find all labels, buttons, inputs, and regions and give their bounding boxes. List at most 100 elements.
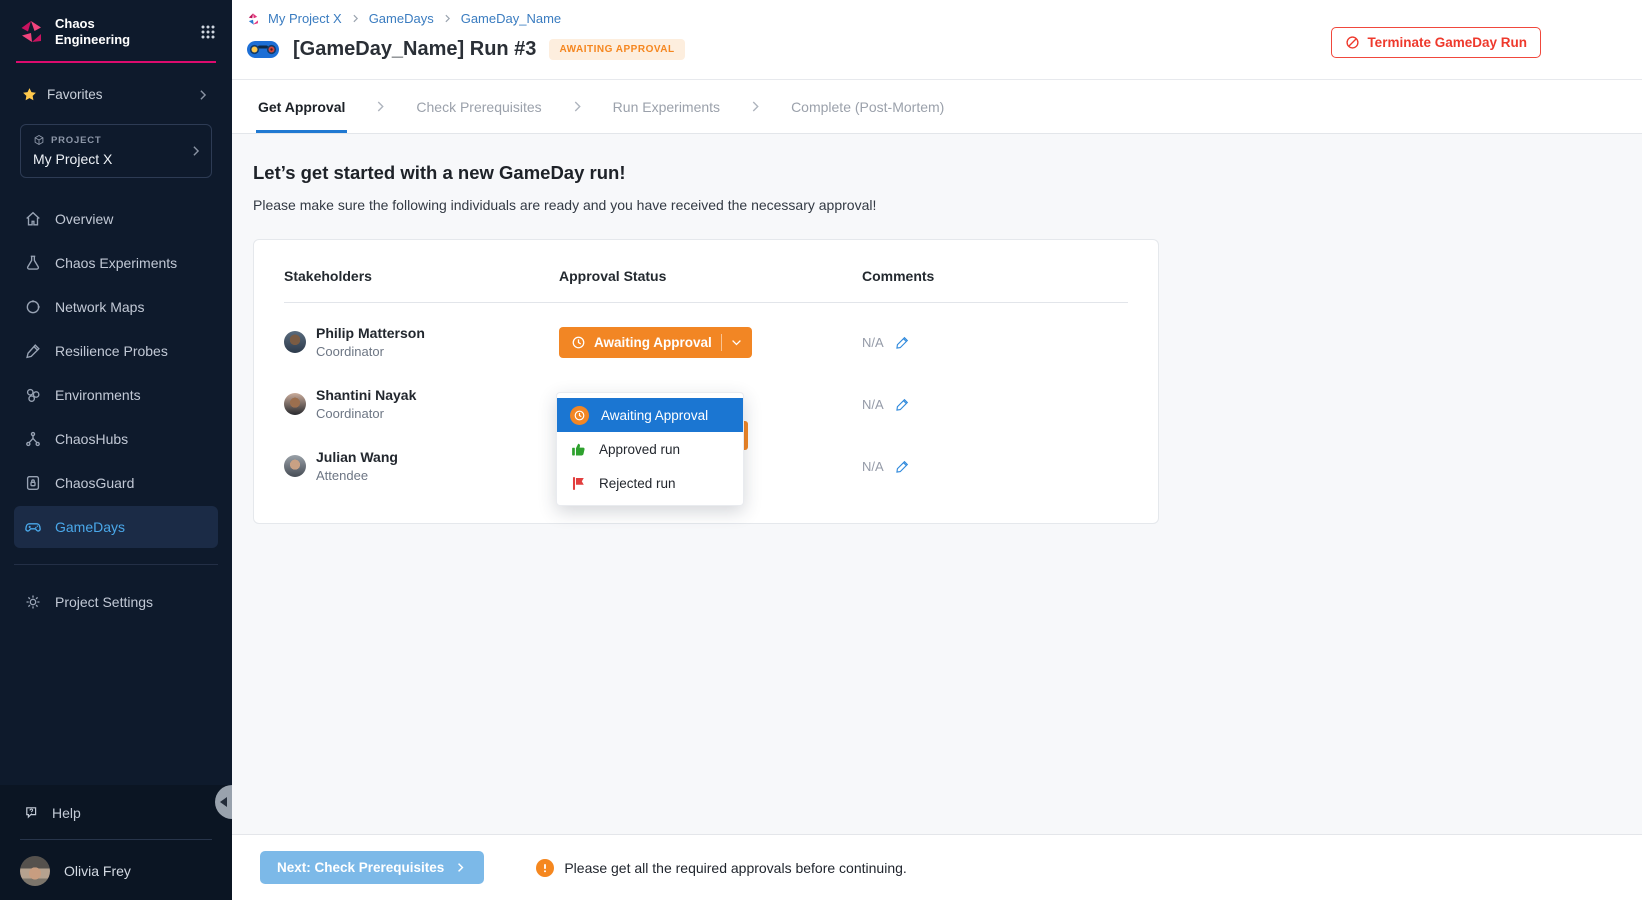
comment-value: N/A [862, 459, 884, 474]
help-chat-icon [24, 805, 40, 821]
sidebar-item-chaos-experiments[interactable]: Chaos Experiments [14, 242, 218, 284]
content-heading: Let’s get started with a new GameDay run… [253, 162, 1642, 184]
button-divider [721, 334, 722, 351]
sidebar-item-chaoshubs[interactable]: ChaosHubs [14, 418, 218, 460]
dropdown-option-approved-run[interactable]: Approved run [557, 432, 743, 466]
tab-label: Complete (Post-Mortem) [791, 99, 944, 115]
dropdown-option-rejected-run[interactable]: Rejected run [557, 466, 743, 500]
sidebar-nav: Overview Chaos Experiments Network Maps … [0, 198, 232, 548]
edit-comment-pencil-icon[interactable] [895, 397, 910, 412]
project-selector[interactable]: PROJECT My Project X [20, 124, 212, 178]
edit-comment-pencil-icon[interactable] [895, 459, 910, 474]
app-window: Chaos Engineering Favorites [0, 0, 1642, 900]
stepper-tabs: Get Approval Check Prerequisites Run Exp… [232, 80, 1642, 134]
chaos-engineering-logo-icon [18, 18, 45, 45]
help-button[interactable]: Help [0, 805, 232, 821]
tab-label: Run Experiments [613, 99, 720, 115]
column-header-stakeholders: Stakeholders [284, 268, 559, 284]
brand-divider [16, 61, 216, 63]
sidebar-item-network-maps[interactable]: Network Maps [14, 286, 218, 328]
approvals-warning: Please get all the required approvals be… [536, 859, 906, 877]
sidebar-item-label: Overview [55, 211, 113, 227]
option-label: Rejected run [599, 476, 676, 491]
project-name: My Project X [33, 151, 185, 167]
page-title: [GameDay_Name] Run #3 [293, 38, 536, 61]
app-switcher-grid-icon[interactable] [200, 24, 216, 40]
main-area: My Project X GameDays GameDay_Name [232, 0, 1642, 900]
chevron-right-icon [570, 99, 585, 114]
warning-text: Please get all the required approvals be… [564, 860, 906, 876]
gamepad-color-icon [246, 38, 280, 61]
prohibit-icon [1345, 35, 1360, 50]
stakeholder-name: Shantini Nayak [316, 387, 416, 403]
warning-icon [536, 859, 554, 877]
user-avatar [20, 856, 50, 886]
thumbs-up-icon [570, 441, 587, 458]
user-name: Olivia Frey [64, 863, 131, 879]
option-label: Approved run [599, 442, 680, 457]
cube-icon [33, 134, 45, 146]
chevron-right-icon [196, 88, 210, 102]
awaiting-clock-icon [570, 406, 589, 425]
approval-status-dropdown-menu: Awaiting Approval Approved run Rejected … [556, 392, 744, 506]
guard-lock-icon [24, 474, 42, 492]
stakeholder-avatar [284, 455, 306, 477]
sidebar-item-resilience-probes[interactable]: Resilience Probes [14, 330, 218, 372]
stakeholder-name: Philip Matterson [316, 325, 425, 341]
next-label: Next: Check Prerequisites [277, 860, 444, 875]
content-subheading: Please make sure the following individua… [253, 197, 1642, 213]
user-menu[interactable]: Olivia Frey [0, 856, 232, 886]
sidebar-item-overview[interactable]: Overview [14, 198, 218, 240]
comment-value: N/A [862, 335, 884, 350]
sidebar-item-environments[interactable]: Environments [14, 374, 218, 416]
sidebar-item-label: ChaosHubs [55, 431, 128, 447]
sidebar-item-label: Resilience Probes [55, 343, 168, 359]
column-header-approval-status: Approval Status [559, 268, 862, 284]
home-icon [24, 210, 42, 228]
breadcrumb-item-project[interactable]: My Project X [268, 11, 342, 26]
dropdown-option-awaiting-approval[interactable]: Awaiting Approval [557, 398, 743, 432]
sidebar-item-project-settings[interactable]: Project Settings [14, 581, 218, 623]
status-badge: AWAITING APPROVAL [549, 39, 684, 60]
sidebar-item-gamedays[interactable]: GameDays [14, 506, 218, 548]
table-row: Philip Matterson Coordinator Awaiting Ap… [284, 311, 1128, 373]
sidebar-item-label: Environments [55, 387, 141, 403]
breadcrumb: My Project X GameDays GameDay_Name [246, 11, 1642, 26]
table-header-row: Stakeholders Approval Status Comments [284, 268, 1128, 284]
next-check-prerequisites-button[interactable]: Next: Check Prerequisites [260, 851, 484, 884]
sidebar-item-chaosguard[interactable]: ChaosGuard [14, 462, 218, 504]
chevron-right-icon [454, 861, 467, 874]
breadcrumb-logo-icon [246, 12, 260, 26]
environments-icon [24, 386, 42, 404]
tab-label: Check Prerequisites [416, 99, 541, 115]
network-map-icon [24, 298, 42, 316]
favorites-row[interactable]: Favorites [16, 81, 216, 108]
table-header-divider [284, 302, 1128, 303]
flask-icon [24, 254, 42, 272]
approval-status-dropdown-button[interactable]: Awaiting Approval [559, 327, 752, 358]
breadcrumb-item-gamedays[interactable]: GameDays [369, 11, 434, 26]
tab-run-experiments[interactable]: Run Experiments [611, 80, 722, 133]
sidebar-footer: Help Olivia Frey [0, 785, 232, 900]
tab-check-prerequisites[interactable]: Check Prerequisites [414, 80, 543, 133]
sidebar: Chaos Engineering Favorites [0, 0, 232, 900]
gamepad-icon [24, 518, 42, 536]
star-icon [22, 87, 37, 102]
edit-comment-pencil-icon[interactable] [895, 335, 910, 350]
chevron-right-icon [373, 99, 388, 114]
chevron-right-icon [442, 13, 453, 24]
breadcrumb-item-gameday-name[interactable]: GameDay_Name [461, 11, 561, 26]
tab-get-approval[interactable]: Get Approval [256, 80, 347, 133]
sidebar-item-label: GameDays [55, 519, 125, 535]
chevron-down-icon [730, 336, 743, 349]
page-header: My Project X GameDays GameDay_Name [232, 0, 1642, 80]
stakeholder-name: Julian Wang [316, 449, 398, 465]
rejected-flag-icon [570, 475, 587, 492]
tab-complete-post-mortem[interactable]: Complete (Post-Mortem) [789, 80, 946, 133]
terminate-gameday-run-button[interactable]: Terminate GameDay Run [1331, 27, 1541, 58]
help-label: Help [52, 805, 81, 821]
status-label: Awaiting Approval [594, 335, 712, 350]
tab-label: Get Approval [258, 99, 345, 115]
project-label: PROJECT [51, 135, 101, 146]
favorites-label: Favorites [47, 87, 103, 102]
